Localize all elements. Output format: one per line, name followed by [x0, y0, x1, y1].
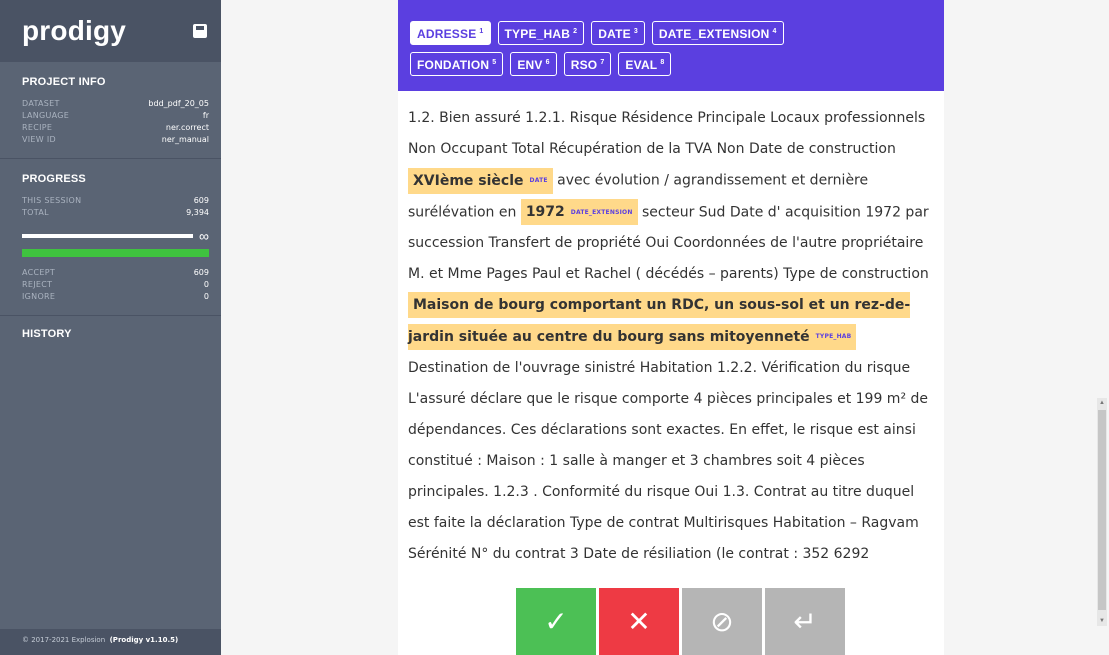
footer-copyright: © 2017-2021 Explosion: [22, 636, 106, 644]
progress-total: TOTAL 9,394: [22, 208, 209, 217]
logo: prodigy: [22, 15, 127, 46]
label-date-extension[interactable]: DATE_EXTENSION 4: [651, 21, 784, 45]
scroll-down-icon[interactable]: ▼: [1099, 618, 1105, 624]
label-env[interactable]: ENV 6: [510, 52, 557, 76]
annotation-card: ADRESSE 1 TYPE_HAB 2 DATE 3 DATE_EXTENSION 4…: [398, 0, 944, 655]
sidebar: prodigy PROJECT INFO DATASET bdd_pdf_20_0…: [0, 0, 221, 655]
label-fondation[interactable]: FONDATION 5: [410, 52, 504, 76]
info-row-dataset: DATASET bdd_pdf_20_05: [22, 99, 209, 108]
label-bar: ADRESSE 1 TYPE_HAB 2 DATE 3 DATE_EXTENSION 4…: [398, 0, 944, 91]
progress-session: THIS SESSION 609: [22, 196, 209, 205]
info-row-recipe: RECIPE ner.correct: [22, 123, 209, 132]
progress-accept: ACCEPT 609: [22, 268, 209, 277]
label-rso[interactable]: RSO 7: [563, 52, 612, 76]
session-progress-bar: ∞: [22, 228, 209, 244]
brand-bar: prodigy: [0, 0, 221, 62]
history-title: HISTORY: [22, 328, 72, 340]
entity-date[interactable]: XVIème siècle DATE: [408, 167, 553, 194]
history-scrollbar[interactable]: ▲ ▼: [1097, 398, 1107, 626]
info-row-view-id: VIEW ID ner_manual: [22, 135, 209, 144]
info-row-language: LANGUAGE fr: [22, 111, 209, 120]
infinity-icon: ∞: [199, 228, 209, 244]
entity-tag: TYPE_HAB: [815, 333, 852, 340]
label-type-hab[interactable]: TYPE_HAB 2: [497, 21, 585, 45]
undo-button[interactable]: ↵: [765, 588, 845, 655]
progress-title: PROGRESS: [22, 173, 86, 185]
entity-date-extension[interactable]: 1972 DATE_EXTENSION: [520, 199, 638, 225]
footer: © 2017-2021 Explosion (Prodigy v1.10.5): [0, 629, 221, 655]
accept-button[interactable]: ✓: [516, 588, 596, 655]
entity-type-hab[interactable]: Maison de bourg comportant un RDC, un so…: [408, 292, 911, 350]
action-buttons: ✓ ✕ ⊘ ↵: [516, 588, 848, 655]
reject-button[interactable]: ✕: [599, 588, 679, 655]
label-adresse[interactable]: ADRESSE 1: [410, 21, 491, 45]
accept-progress-bar: [22, 249, 209, 257]
label-date[interactable]: DATE 3: [591, 21, 645, 45]
entity-tag: DATE: [529, 177, 548, 184]
project-info-title: PROJECT INFO: [22, 76, 106, 88]
scrollbar-thumb[interactable]: [1098, 410, 1106, 610]
footer-version: (Prodigy v1.10.5): [109, 636, 179, 644]
entity-tag: DATE_EXTENSION: [570, 208, 633, 216]
label-eval[interactable]: EVAL 8: [618, 52, 672, 76]
history-section: HISTORY: [0, 316, 221, 558]
document-text[interactable]: 1.2. Bien assuré 1.2.1. Risque Résidence…: [398, 91, 944, 570]
progress-reject: REJECT 0: [22, 280, 209, 289]
ignore-button[interactable]: ⊘: [682, 588, 762, 655]
project-info: PROJECT INFO DATASET bdd_pdf_20_05 LANGUA…: [0, 62, 221, 159]
save-icon[interactable]: [193, 24, 207, 38]
progress-ignore: IGNORE 0: [22, 292, 209, 301]
scroll-up-icon[interactable]: ▲: [1099, 400, 1105, 406]
progress-section: PROGRESS THIS SESSION 609 TOTAL 9,394 ∞ AC…: [0, 159, 221, 316]
